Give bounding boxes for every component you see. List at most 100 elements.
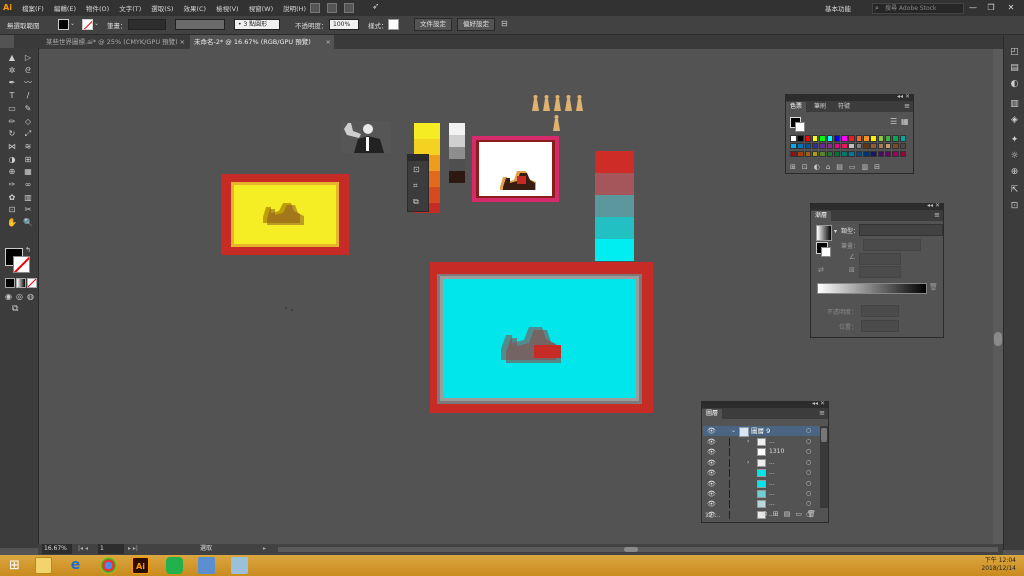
selection-tool-icon[interactable]: ▲	[5, 52, 19, 63]
tab-brushes[interactable]: 筆刷	[810, 102, 830, 112]
menu-type[interactable]: 文字(T)	[119, 3, 141, 13]
chevron-right-icon[interactable]: ›	[747, 437, 749, 447]
layer-row[interactable]: 👁... ○	[703, 468, 820, 478]
preferences-button[interactable]: 偏好設定	[457, 18, 495, 31]
layer-row-main[interactable]: 👁 ⌄ 圖層 9 ○	[703, 426, 820, 437]
target-icon[interactable]: ○	[806, 479, 811, 489]
scrollbar-thumb[interactable]	[994, 332, 1002, 346]
eye-icon[interactable]: 👁	[707, 499, 716, 509]
target-icon[interactable]: ○	[806, 499, 811, 509]
swatch-panel-footer-icons[interactable]: ⊞⊡◐⌂▤▭▥⊟	[790, 163, 886, 171]
shape-builder-tool-icon[interactable]: ◑	[5, 154, 19, 165]
direct-selection-tool-icon[interactable]: ▷	[21, 52, 35, 63]
canvas-horizontal-scrollbar[interactable]	[278, 547, 998, 552]
target-icon[interactable]: ○	[806, 458, 811, 468]
swatch[interactable]	[863, 142, 870, 150]
sublayer-name[interactable]: ...	[769, 468, 775, 478]
gradient-thumbnail[interactable]	[816, 225, 832, 241]
swatch[interactable]	[899, 142, 906, 150]
minimize-button[interactable]: —	[967, 2, 979, 14]
swatch[interactable]	[863, 135, 870, 142]
swap-fill-stroke-icon[interactable]: ↰	[25, 246, 31, 254]
menu-effect[interactable]: 效果(C)	[183, 3, 206, 13]
draw-mode-icon[interactable]: ◉	[5, 292, 12, 301]
stock-icon[interactable]	[327, 3, 337, 13]
swatch[interactable]	[855, 150, 863, 158]
transform-icon[interactable]: ⊡	[1009, 201, 1020, 212]
start-icon[interactable]: ⊞	[6, 557, 23, 574]
figure-icons[interactable]	[532, 95, 583, 131]
pinned-app-icon[interactable]	[231, 557, 248, 574]
list-view-icon[interactable]: ☰	[890, 117, 897, 126]
status-menu-arrow[interactable]: ▸	[263, 544, 266, 554]
chevron-down-icon[interactable]: ⌄	[731, 426, 736, 436]
chevron-down-icon[interactable]: ⌄	[94, 20, 99, 27]
gradient-mode-icon[interactable]	[16, 278, 26, 288]
swatch[interactable]	[833, 135, 841, 142]
target-icon[interactable]: ○	[806, 489, 811, 499]
swatch[interactable]	[804, 135, 812, 142]
swatch[interactable]	[826, 150, 833, 158]
swatch[interactable]	[790, 150, 797, 158]
send-icon[interactable]: ➶	[372, 2, 380, 12]
sublayer-name[interactable]: ...	[769, 479, 775, 489]
grid-view-icon[interactable]: ▦	[901, 117, 909, 126]
eye-icon[interactable]: 👁	[707, 468, 716, 478]
workspace-switcher[interactable]: 基本功能	[825, 3, 851, 13]
menu-window[interactable]: 視窗(W)	[249, 3, 274, 13]
bridge-icon[interactable]	[310, 3, 320, 13]
stop-opacity-field[interactable]	[861, 305, 899, 317]
artboard-icon[interactable]: ⊡	[413, 165, 420, 174]
close-tab-icon[interactable]: ×	[180, 35, 185, 49]
draw-behind-icon[interactable]: ◍	[27, 292, 34, 301]
chevron-down-icon[interactable]: ⌄	[70, 20, 75, 27]
libraries-icon[interactable]: ▤	[1009, 63, 1020, 74]
pencil-tool-icon[interactable]: ✏	[5, 116, 19, 127]
chrome-icon[interactable]	[100, 557, 117, 574]
tab-gradient[interactable]: 漸層	[811, 211, 832, 221]
layer-row[interactable]: 👁 ›... ○	[703, 437, 820, 447]
scale-tool-icon[interactable]: ⤢	[21, 128, 35, 139]
symbols-icon[interactable]: ⊕	[1009, 167, 1020, 178]
swatch[interactable]	[899, 135, 906, 142]
swatch[interactable]	[877, 142, 885, 150]
swatch[interactable]	[790, 135, 797, 142]
swatch[interactable]	[892, 142, 899, 150]
line-app-icon[interactable]	[166, 557, 183, 574]
swatch[interactable]	[797, 150, 804, 158]
gray-swatch-column[interactable]	[449, 123, 465, 183]
appearance-icon[interactable]: ✦	[1009, 135, 1020, 146]
sublayer-name[interactable]: ...	[769, 499, 775, 509]
cyan-framed-artwork[interactable]	[430, 262, 653, 413]
canvas-vertical-scrollbar[interactable]	[993, 49, 1003, 544]
menu-object[interactable]: 物件(O)	[86, 3, 109, 13]
file-explorer-icon[interactable]	[35, 557, 52, 574]
reverse-gradient-icon[interactable]: ⇄	[818, 266, 824, 274]
swatch[interactable]	[804, 142, 812, 150]
magic-wand-tool-icon[interactable]: ✲	[5, 65, 19, 76]
align-icon[interactable]: ⊟	[501, 19, 508, 28]
none-mode-icon[interactable]	[27, 278, 37, 288]
color-icon[interactable]: ◐	[1009, 79, 1020, 90]
swatch[interactable]	[841, 150, 848, 158]
swatch[interactable]	[855, 142, 863, 150]
fill-swatch[interactable]	[58, 19, 69, 30]
swatch[interactable]	[826, 135, 833, 142]
swatch[interactable]	[811, 142, 819, 150]
color-guide-icon[interactable]: ▥	[1009, 99, 1020, 110]
menu-edit[interactable]: 編輯(E)	[54, 3, 76, 13]
layers-footer-icons[interactable]: ⊙⊞▤▭🗑	[762, 510, 821, 518]
stroke-swatch[interactable]	[82, 19, 93, 30]
person-photo[interactable]	[341, 121, 391, 153]
yellow-framed-artwork[interactable]	[221, 174, 349, 255]
panel-menu-icon[interactable]: ≡	[904, 101, 910, 111]
sublayer-name[interactable]: ...	[769, 458, 775, 468]
swatch[interactable]	[870, 135, 877, 142]
swatch[interactable]	[892, 150, 899, 158]
variable-width-profile[interactable]	[175, 19, 225, 30]
delete-stop-icon[interactable]: 🗑	[929, 283, 938, 291]
panel-menu-icon[interactable]: ≡	[934, 210, 940, 220]
swatch[interactable]	[826, 142, 833, 150]
color-mode-icon[interactable]	[5, 278, 15, 288]
swatch[interactable]	[797, 142, 804, 150]
